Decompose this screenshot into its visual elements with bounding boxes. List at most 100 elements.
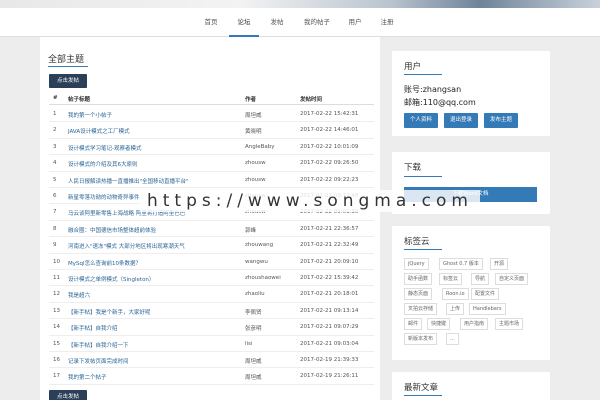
- topic-time: 2017-02-21 20:09:10: [300, 258, 359, 265]
- topic-title-link[interactable]: 设计模式学习笔记-观察者模式: [68, 144, 142, 152]
- tag-item[interactable]: 助手函数: [404, 273, 433, 285]
- topic-title-link[interactable]: JAVA设计模式之工厂模式: [68, 127, 130, 135]
- user-card-underline: [404, 74, 442, 75]
- header-divider: [49, 104, 374, 105]
- tag-item[interactable]: 标签云: [439, 273, 463, 285]
- topic-title-link[interactable]: 人民日报解读热播一直播推出"全国移动直播平台": [68, 177, 189, 185]
- topic-author: 周坦威: [245, 113, 262, 119]
- topic-author: zhousw: [245, 160, 266, 167]
- topic-time: 2017-02-22 15:42:31: [300, 111, 359, 117]
- tag-item[interactable]: Roon.io: [442, 288, 469, 300]
- topic-number: 12: [53, 291, 60, 298]
- latest-articles-title: 最新文章: [404, 383, 439, 393]
- download-card-title: 下载: [404, 163, 422, 173]
- topic-title-link[interactable]: 河南进入"速冻"模式 大部分地区将出现寒潮天气: [68, 242, 185, 250]
- topic-title-link[interactable]: 【新手帖】我是个新手，大家好呢: [68, 308, 151, 316]
- tag-item[interactable]: Ghost 0.7 版本: [439, 258, 483, 270]
- topic-title-link[interactable]: 融合圈：中国德信市场整体超前体验: [68, 226, 156, 234]
- tag-item[interactable]: 用户指南: [460, 318, 489, 330]
- email-text: 邮箱:110@qq.com: [404, 98, 476, 107]
- topic-title-link[interactable]: 我的第一个小帖子: [68, 111, 112, 119]
- topic-title-link[interactable]: 我是超六: [68, 291, 90, 299]
- tag-item[interactable]: ...: [446, 333, 459, 345]
- tag-item[interactable]: 配置文件: [471, 288, 500, 300]
- tag-item[interactable]: 上传: [446, 303, 465, 315]
- topic-author: 李佩贤: [245, 309, 262, 316]
- nav-register[interactable]: 注册: [372, 8, 402, 37]
- tag-item[interactable]: 导航: [471, 273, 490, 285]
- topic-title-link[interactable]: 设计模式之单例模式（Singleton）: [68, 275, 154, 283]
- topic-number: 8: [53, 225, 57, 232]
- topic-number: 4: [53, 160, 57, 167]
- topic-number: 13: [53, 307, 60, 314]
- watermark-url: https://www.songma.com: [140, 190, 480, 212]
- new-post-button[interactable]: 点击发帖: [49, 74, 87, 88]
- topic-time: 2017-02-21 20:18:01: [300, 291, 359, 298]
- nav-users[interactable]: 用户: [340, 8, 370, 37]
- topic-row: 9 河南进入"速冻"模式 大部分地区将出现寒潮天气 zhouwang 2017-02-…: [49, 237, 374, 254]
- topic-title-link[interactable]: 【新手帖】自我介绍一下: [68, 341, 129, 349]
- topic-author: lisi: [245, 340, 253, 347]
- topic-title-link[interactable]: 设计模式的介绍及其6大原则: [68, 160, 138, 168]
- profile-button[interactable]: 个人资料: [404, 113, 438, 128]
- topic-number: 11: [53, 275, 60, 281]
- topic-title-link[interactable]: 【新手帖】自我介绍: [68, 324, 118, 332]
- topic-title-link[interactable]: 记录下发帖页面完成时间: [68, 357, 129, 365]
- topic-author: zhaoliu: [245, 291, 265, 298]
- tag-item[interactable]: 静态页面: [404, 288, 433, 300]
- topic-author: 张彦明: [245, 326, 262, 333]
- topic-author: zhoushaowei: [245, 275, 281, 281]
- topic-row: 5 人民日报解读热播一直播推出"全国移动直播平台" zhousw 2017-02-22…: [49, 172, 374, 188]
- topic-list-panel: 全部主题 点击发帖 # 帖子标题 作者 发帖时间 1 我的第一个小帖子 周坦威 201…: [40, 37, 380, 400]
- topic-row: 15 【新手帖】自我介绍一下 lisi 2017-02-21 09:03:04: [49, 336, 374, 352]
- nav-home[interactable]: 首页: [196, 8, 226, 37]
- topic-row: 12 我是超六 zhaoliu 2017-02-21 20:18:01: [49, 286, 374, 303]
- latest-articles-card: 最新文章: [392, 372, 550, 400]
- topic-row: 16 记录下发帖页面完成时间 周坦威 2017-02-19 21:39:33: [49, 352, 374, 369]
- tag-item[interactable]: 开源: [490, 258, 509, 270]
- topic-number: 1: [53, 111, 57, 117]
- topic-time: 2017-02-22 10:01:09: [300, 143, 359, 150]
- topic-row: 8 融合圈：中国德信市场整体超前体验 郭峰 2017-02-21 22:36:57: [49, 221, 374, 238]
- topic-time: 2017-02-22 09:22:23: [300, 176, 359, 183]
- top-banner-image: [0, 0, 600, 8]
- nav-forum[interactable]: 论坛: [229, 8, 259, 37]
- tag-item[interactable]: 新版本发布: [404, 333, 438, 345]
- tag-item[interactable]: 邮件: [404, 318, 423, 330]
- nav-post[interactable]: 发帖: [262, 8, 292, 37]
- nav-my-posts[interactable]: 我的帖子: [297, 8, 337, 37]
- topic-time: 2017-02-21 09:03:04: [300, 340, 359, 347]
- topic-number: 9: [53, 242, 57, 249]
- new-post-button-bottom[interactable]: 点击发帖: [49, 390, 87, 400]
- user-card: 用户 账号:zhangsan 邮箱:110@qq.com 个人资料 退出登录 发…: [392, 51, 550, 136]
- account-text: 账号:zhangsan: [404, 85, 462, 94]
- latest-articles-underline: [404, 395, 442, 396]
- topic-time: 2017-02-21 09:07:29: [300, 324, 359, 331]
- topic-number: 6: [53, 193, 57, 199]
- topic-author: 郭峰: [245, 227, 257, 234]
- topic-author: 周坦威: [245, 359, 262, 365]
- tag-item[interactable]: 快捷键: [427, 318, 451, 330]
- topic-number: 17: [53, 373, 60, 380]
- topic-row: 10 MySql怎么查询前10条数据？ wangwu 2017-02-21 20:09…: [49, 254, 374, 270]
- tag-item[interactable]: 自定义页面: [495, 273, 529, 285]
- topic-title-link[interactable]: 新星零落功勋的动物奇异事件: [68, 193, 140, 201]
- topic-time: 2017-02-21 22:32:49: [300, 242, 359, 249]
- tag-item[interactable]: Handlebars: [469, 303, 506, 315]
- tag-item[interactable]: jQuery: [404, 258, 429, 270]
- topic-time: 2017-02-22 14:46:01: [300, 127, 359, 134]
- topic-row: 14 【新手帖】自我介绍 张彦明 2017-02-21 09:07:29: [49, 319, 374, 336]
- publish-topic-button[interactable]: 发布主题: [484, 113, 518, 128]
- tag-item[interactable]: 叉拍云存储: [404, 303, 438, 315]
- tag-item[interactable]: 主题市场: [495, 318, 524, 330]
- top-navbar: 首页 论坛 发帖 我的帖子 用户 注册: [0, 8, 600, 37]
- logout-button[interactable]: 退出登录: [444, 113, 478, 128]
- topic-time: 2017-02-21 22:36:57: [300, 225, 359, 232]
- topic-time: 2017-02-21 09:13:14: [300, 307, 359, 314]
- topic-time: 2017-02-19 21:39:33: [300, 357, 359, 363]
- topic-row: 4 设计模式的介绍及其6大原则 zhousw 2017-02-22 09:26:50: [49, 155, 374, 172]
- topic-number: 14: [53, 324, 60, 331]
- topic-title-link[interactable]: 我的第二个帖子: [68, 373, 107, 381]
- topic-row: 2 JAVA设计模式之工厂模式 黄晓明 2017-02-22 14:46:01: [49, 122, 374, 139]
- topic-title-link[interactable]: MySql怎么查询前10条数据？: [68, 259, 141, 267]
